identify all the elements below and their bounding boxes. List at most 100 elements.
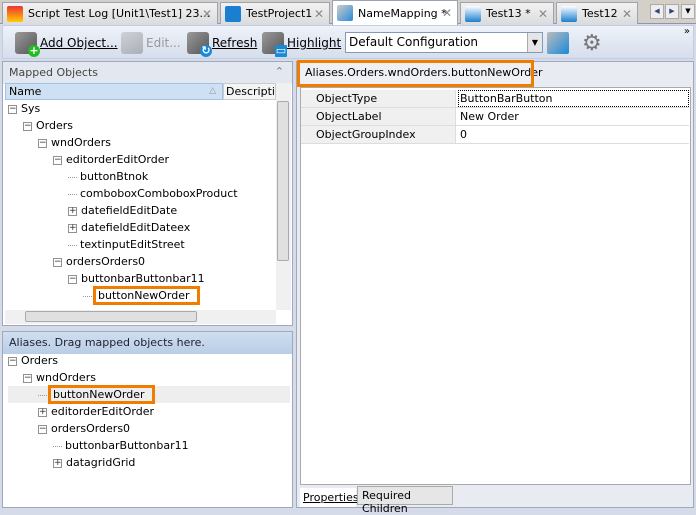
aliases-tree: − Orders − wndOrders buttonNewOrder + editorde… xyxy=(5,352,290,502)
collapse-toggle-icon[interactable]: − xyxy=(53,155,62,165)
horizontal-scrollbar[interactable] xyxy=(5,310,276,324)
property-row[interactable]: ObjectGroupIndex 0 xyxy=(301,126,689,144)
test-key-icon xyxy=(465,5,481,22)
mapped-objects-tree: − Sys − Orders − wndOrders − editorderEditOrder… xyxy=(5,100,275,310)
column-header-description[interactable]: Description xyxy=(223,83,276,100)
collapse-toggle-icon[interactable]: − xyxy=(23,121,32,131)
close-icon[interactable]: ✕ xyxy=(314,7,324,21)
tree-item[interactable]: + editorderEditOrder xyxy=(8,403,290,420)
tab-required-children[interactable]: Required Children xyxy=(357,486,453,515)
tree-item[interactable]: − wndOrders xyxy=(8,369,290,386)
project-icon xyxy=(225,5,241,22)
refresh-button[interactable]: ↻ Refresh xyxy=(187,30,257,57)
property-value[interactable]: ButtonBarButton xyxy=(458,90,689,107)
tab-testproject1[interactable]: TestProject1 ✕ xyxy=(220,2,330,24)
sort-ascending-icon: △ xyxy=(209,86,216,96)
tab-list-dropdown-button[interactable]: ▼ xyxy=(681,4,695,19)
tab-namemapping[interactable]: NameMapping * ✕ xyxy=(332,0,458,25)
tab-script-test-log[interactable]: Script Test Log [Unit1\Test1] 23... ✕ xyxy=(2,2,218,24)
tree-item-label: Sys xyxy=(21,102,41,115)
tree-item-label: buttonBtnok xyxy=(80,170,149,183)
vertical-scrollbar[interactable] xyxy=(276,83,291,310)
tree-item[interactable]: − ordersOrders0 xyxy=(8,253,275,270)
property-row[interactable]: ObjectLabel New Order xyxy=(301,108,689,126)
tree-item[interactable]: − ordersOrders0 xyxy=(8,420,290,437)
tree-item[interactable]: − buttonbarButtonbar11 xyxy=(8,270,275,287)
tree-item[interactable]: − wndOrders xyxy=(8,134,275,151)
close-icon[interactable]: ✕ xyxy=(202,7,212,21)
add-object-icon: + xyxy=(15,32,40,57)
chevron-down-icon[interactable]: ▼ xyxy=(527,33,542,52)
expand-toggle-icon[interactable]: + xyxy=(68,223,77,233)
tree-item[interactable]: + datefieldEditDate xyxy=(8,202,275,219)
property-value[interactable]: 0 xyxy=(458,126,689,143)
configuration-select[interactable]: Default Configuration ▼ xyxy=(345,32,543,53)
collapse-toggle-icon[interactable]: − xyxy=(38,138,47,148)
tree-item[interactable]: + datefieldEditDateex xyxy=(8,219,275,236)
scroll-tabs-right-button[interactable]: ▶ xyxy=(665,4,679,19)
tree-item-label: textinputEditStreet xyxy=(80,238,185,251)
scroll-tabs-left-button[interactable]: ◀ xyxy=(650,4,664,19)
tree-item-label: datefieldEditDate xyxy=(81,204,178,217)
tree-item[interactable]: − editorderEditOrder xyxy=(8,151,275,168)
tree-item-label: Orders xyxy=(21,354,58,367)
tree-item[interactable]: − Orders xyxy=(8,352,290,369)
collapse-toggle-icon[interactable]: − xyxy=(23,373,32,383)
mapped-objects-panel: Mapped Objects⌃ Name△ Description −Sys−O… xyxy=(2,61,293,326)
document-tab-bar: Script Test Log [Unit1\Test1] 23... ✕ Tes… xyxy=(0,0,696,25)
collapse-toggle-icon[interactable]: − xyxy=(8,356,17,366)
collapse-icon[interactable]: ⌃ xyxy=(275,65,284,78)
tree-connector xyxy=(68,193,77,195)
close-icon[interactable]: ✕ xyxy=(538,7,548,21)
toolbar-overflow-icon[interactable]: » xyxy=(684,26,690,37)
tree-item[interactable]: buttonbarButtonbar11 xyxy=(8,437,290,454)
column-header-name[interactable]: Name △ xyxy=(5,83,223,100)
tree-connector xyxy=(68,176,77,178)
tree-item[interactable]: + datagridGrid xyxy=(8,454,290,471)
expand-toggle-icon[interactable]: + xyxy=(53,458,62,468)
tab-properties[interactable]: Properties xyxy=(300,488,359,507)
settings-button[interactable]: ⚙ xyxy=(582,30,602,56)
tab-test13[interactable]: Test13 * ✕ xyxy=(460,2,554,24)
close-icon[interactable]: ✕ xyxy=(442,6,452,20)
tree-connector xyxy=(68,244,77,246)
property-value[interactable]: New Order xyxy=(458,108,689,125)
add-object-button[interactable]: + Add Object... xyxy=(15,30,118,57)
refresh-icon: ↻ xyxy=(187,32,212,57)
tree-item-label: buttonbarButtonbar11 xyxy=(65,439,189,452)
close-icon[interactable]: ✕ xyxy=(622,7,632,21)
tree-item[interactable]: − Orders xyxy=(8,117,275,134)
highlight-button[interactable]: ▭ Highlight xyxy=(262,30,341,57)
object-path-label: Aliases.Orders.wndOrders.buttonNewOrder xyxy=(297,60,543,87)
scrollbar-thumb[interactable] xyxy=(25,311,197,322)
tree-item[interactable]: − Sys xyxy=(8,100,275,117)
tree-item[interactable]: buttonBtnok xyxy=(8,168,275,185)
property-name: ObjectLabel xyxy=(301,108,456,125)
gear-icon: ⚙ xyxy=(582,30,602,56)
expand-toggle-icon[interactable]: + xyxy=(38,407,47,417)
property-row[interactable]: ObjectType ButtonBarButton xyxy=(301,90,689,108)
tree-item-label: datefieldEditDateex xyxy=(81,221,191,234)
collapse-toggle-icon[interactable]: − xyxy=(8,104,17,114)
scrollbar-thumb[interactable] xyxy=(277,101,289,261)
tree-item[interactable]: textinputEditStreet xyxy=(8,236,275,253)
aliases-header: Aliases. Drag mapped objects here. xyxy=(3,332,292,354)
edit-button[interactable]: Edit... xyxy=(121,30,181,56)
tree-item[interactable]: comboboxComboboxProduct xyxy=(8,185,275,202)
tree-item-label: wndOrders xyxy=(51,136,111,149)
collapse-toggle-icon[interactable]: − xyxy=(38,424,47,434)
details-panel: Aliases.Orders.wndOrders.buttonNewOrder … xyxy=(296,60,694,515)
update-mapping-button[interactable] xyxy=(547,30,569,56)
collapse-toggle-icon[interactable]: − xyxy=(68,274,77,284)
map-refresh-icon xyxy=(547,32,569,54)
tab-test12[interactable]: Test12 ✕ xyxy=(556,2,638,24)
property-name: ObjectGroupIndex xyxy=(301,126,456,143)
tree-item-label: buttonbarButtonbar11 xyxy=(81,272,205,285)
tree-item[interactable]: buttonNewOrder xyxy=(8,385,290,404)
expand-toggle-icon[interactable]: + xyxy=(68,206,77,216)
tree-item-label: ordersOrders0 xyxy=(51,422,131,435)
collapse-toggle-icon[interactable]: − xyxy=(53,257,62,267)
tree-item-label: Orders xyxy=(36,119,73,132)
tree-item[interactable]: buttonNewOrder xyxy=(8,286,275,305)
tree-connector xyxy=(53,445,62,447)
